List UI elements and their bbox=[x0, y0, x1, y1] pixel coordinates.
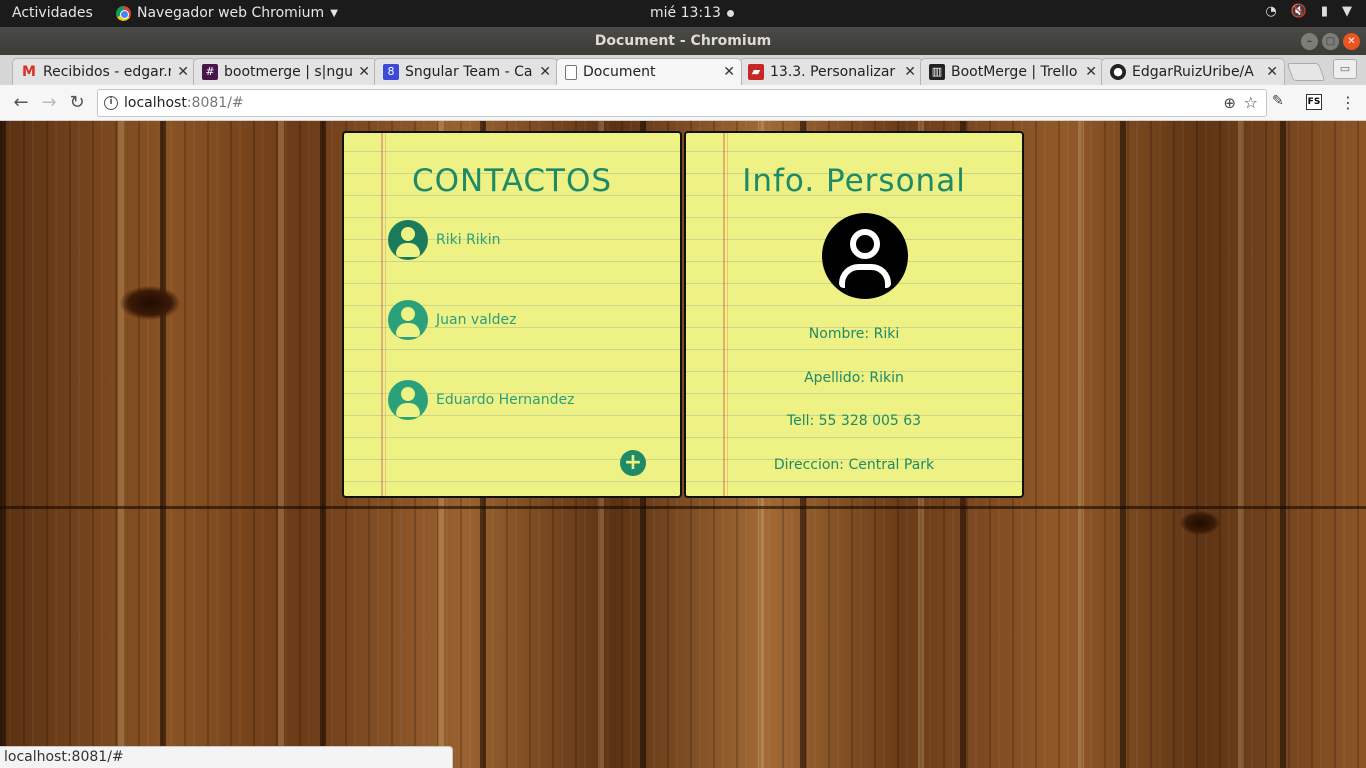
tab-slack[interactable]: # bootmerge | s|ngu ✕ bbox=[193, 58, 377, 85]
info-nombre: Nombre: Riki bbox=[808, 326, 900, 342]
chromium-icon bbox=[116, 5, 131, 21]
contact-name: Juan valdez bbox=[436, 312, 517, 328]
personal-info-card: Info. Personal Nombre: Riki Apellido: Ri… bbox=[684, 131, 1024, 498]
window-titlebar: Document - Chromium – □ ✕ bbox=[0, 27, 1366, 55]
profile-button[interactable]: ▭ bbox=[1333, 59, 1357, 79]
reload-icon[interactable]: ↻ bbox=[65, 91, 89, 115]
bookmark-star-icon[interactable]: ☆ bbox=[1244, 93, 1258, 112]
tab-label: EdgarRuizUribe/A bbox=[1132, 64, 1254, 80]
gmail-icon: M bbox=[22, 64, 36, 80]
info-telefono: Tell: 55 328 005 63 bbox=[786, 413, 922, 429]
url-text: localhost:8081/# bbox=[124, 95, 244, 111]
page-viewport: CONTACTOS Riki Rikin Juan valdez Eduardo… bbox=[0, 121, 1366, 768]
book-icon: ▰ bbox=[748, 64, 764, 80]
new-tab-button[interactable] bbox=[1286, 63, 1326, 81]
calendar-icon: 8 bbox=[383, 64, 399, 80]
tab-label: Recibidos - edgar.r bbox=[43, 64, 172, 80]
volume-muted-icon: 🔇 bbox=[1290, 4, 1307, 19]
slack-icon: # bbox=[202, 64, 218, 80]
github-icon: ● bbox=[1110, 64, 1126, 80]
info-direccion: Direccion: Central Park bbox=[773, 457, 935, 473]
chevron-down-icon: ▼ bbox=[1342, 4, 1352, 19]
maximize-button[interactable]: □ bbox=[1322, 33, 1339, 50]
clock[interactable]: mié 13:13 bbox=[650, 5, 734, 21]
profile-avatar-icon bbox=[822, 213, 908, 299]
info-apellido: Apellido: Rikin bbox=[804, 370, 904, 386]
wood-knot bbox=[1180, 511, 1220, 535]
close-tab-icon[interactable]: ✕ bbox=[904, 64, 916, 80]
trello-icon: ▥ bbox=[929, 64, 945, 80]
tab-personalizar[interactable]: ▰ 13.3. Personalizar ✕ bbox=[739, 58, 923, 85]
tab-label: 13.3. Personalizar bbox=[770, 64, 896, 80]
close-window-button[interactable]: ✕ bbox=[1343, 33, 1360, 50]
contacts-title: CONTACTOS bbox=[411, 163, 613, 199]
chevron-down-icon: ▼ bbox=[330, 7, 338, 19]
info-icon[interactable]: i bbox=[104, 96, 118, 110]
forward-arrow-icon[interactable]: → bbox=[37, 91, 61, 115]
contact-item[interactable]: Eduardo Hernandez bbox=[388, 380, 574, 420]
minimize-button[interactable]: – bbox=[1301, 33, 1318, 50]
app-name: Navegador web Chromium bbox=[137, 5, 325, 21]
close-tab-icon[interactable]: ✕ bbox=[1085, 64, 1097, 80]
close-tab-icon[interactable]: ✕ bbox=[539, 64, 551, 80]
tab-document[interactable]: Document ✕ bbox=[556, 58, 742, 85]
battery-icon: ▮ bbox=[1320, 4, 1328, 19]
tab-label: bootmerge | s|ngu bbox=[224, 64, 353, 80]
contacts-card: CONTACTOS Riki Rikin Juan valdez Eduardo… bbox=[342, 131, 682, 498]
contact-item[interactable]: Riki Rikin bbox=[388, 220, 501, 260]
address-bar[interactable]: i localhost:8081/# ⊕ ☆ bbox=[97, 89, 1267, 117]
app-menu[interactable]: Navegador web Chromium ▼ bbox=[116, 5, 338, 21]
user-avatar-icon bbox=[388, 380, 428, 420]
info-title: Info. Personal bbox=[742, 163, 966, 199]
tab-calendar[interactable]: 8 Sngular Team - Cal ✕ bbox=[374, 58, 558, 85]
status-bar-url: localhost:8081/# bbox=[0, 746, 453, 768]
activities-button[interactable]: Actividades bbox=[12, 5, 93, 21]
close-tab-icon[interactable]: ✕ bbox=[1266, 64, 1278, 80]
system-tray[interactable]: ◔ 🔇 ▮ ▼ bbox=[1265, 4, 1352, 19]
fs-extension-icon[interactable]: FS bbox=[1306, 94, 1322, 110]
back-arrow-icon[interactable]: ← bbox=[9, 91, 33, 115]
tab-strip: M Recibidos - edgar.r ✕ # bootmerge | s|… bbox=[0, 55, 1366, 85]
user-avatar-icon bbox=[388, 300, 428, 340]
add-contact-button[interactable]: + bbox=[620, 450, 646, 476]
contact-name: Riki Rikin bbox=[436, 232, 501, 248]
close-tab-icon[interactable]: ✕ bbox=[723, 64, 735, 80]
close-tab-icon[interactable]: ✕ bbox=[358, 64, 370, 80]
wifi-icon: ◔ bbox=[1265, 4, 1277, 19]
window-title: Document - Chromium bbox=[594, 33, 772, 49]
contact-name: Eduardo Hernandez bbox=[436, 392, 575, 408]
tab-gmail[interactable]: M Recibidos - edgar.r ✕ bbox=[12, 58, 196, 85]
menu-kebab-icon[interactable]: ⋮ bbox=[1340, 93, 1356, 112]
tab-trello[interactable]: ▥ BootMerge | Trello ✕ bbox=[920, 58, 1104, 85]
wood-seam bbox=[0, 506, 1366, 509]
tab-label: BootMerge | Trello bbox=[951, 64, 1078, 80]
clock-text: mié 13:13 bbox=[650, 5, 721, 21]
wood-knot bbox=[120, 286, 180, 320]
zoom-icon[interactable]: ⊕ bbox=[1223, 94, 1236, 112]
document-icon bbox=[565, 64, 577, 80]
user-avatar-icon bbox=[388, 220, 428, 260]
close-tab-icon[interactable]: ✕ bbox=[177, 64, 189, 80]
contact-item[interactable]: Juan valdez bbox=[388, 300, 517, 340]
extension-eyedropper-icon[interactable]: ✎ bbox=[1272, 93, 1284, 109]
tab-label: Document bbox=[583, 64, 656, 80]
tab-label: Sngular Team - Cal bbox=[405, 64, 534, 80]
browser-toolbar: ← → ↻ i localhost:8081/# ⊕ ☆ ✎ FS ⋮ bbox=[0, 85, 1366, 121]
system-top-bar: Actividades Navegador web Chromium ▼ mié… bbox=[0, 0, 1366, 27]
tab-github[interactable]: ● EdgarRuizUribe/A ✕ bbox=[1101, 58, 1285, 85]
notification-dot-icon bbox=[726, 9, 734, 17]
